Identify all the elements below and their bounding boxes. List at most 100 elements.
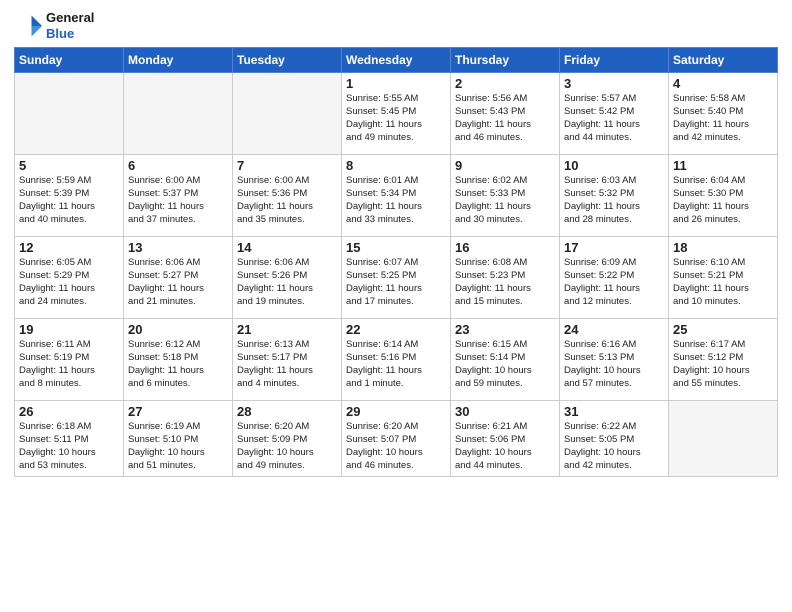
weekday-header-wednesday: Wednesday	[342, 48, 451, 73]
cell-info: Sunrise: 6:17 AM Sunset: 5:12 PM Dayligh…	[673, 339, 773, 390]
day-number: 26	[19, 404, 119, 419]
day-number: 15	[346, 240, 446, 255]
weekday-header-saturday: Saturday	[669, 48, 778, 73]
day-number: 16	[455, 240, 555, 255]
day-number: 1	[346, 76, 446, 91]
cell-info: Sunrise: 5:56 AM Sunset: 5:43 PM Dayligh…	[455, 93, 555, 144]
cell-info: Sunrise: 6:05 AM Sunset: 5:29 PM Dayligh…	[19, 257, 119, 308]
day-number: 4	[673, 76, 773, 91]
cell-info: Sunrise: 6:06 AM Sunset: 5:26 PM Dayligh…	[237, 257, 337, 308]
day-number: 13	[128, 240, 228, 255]
cell-info: Sunrise: 6:20 AM Sunset: 5:09 PM Dayligh…	[237, 421, 337, 472]
day-number: 3	[564, 76, 664, 91]
cell-info: Sunrise: 6:16 AM Sunset: 5:13 PM Dayligh…	[564, 339, 664, 390]
day-number: 6	[128, 158, 228, 173]
cell-info: Sunrise: 6:12 AM Sunset: 5:18 PM Dayligh…	[128, 339, 228, 390]
calendar-cell: 13 Sunrise: 6:06 AM Sunset: 5:27 PM Dayli…	[124, 237, 233, 319]
cell-info: Sunrise: 6:19 AM Sunset: 5:10 PM Dayligh…	[128, 421, 228, 472]
calendar-cell: 1 Sunrise: 5:55 AM Sunset: 5:45 PM Daylig…	[342, 73, 451, 155]
day-number: 7	[237, 158, 337, 173]
day-number: 17	[564, 240, 664, 255]
calendar-cell: 4 Sunrise: 5:58 AM Sunset: 5:40 PM Daylig…	[669, 73, 778, 155]
calendar-cell	[669, 401, 778, 477]
calendar-cell: 11 Sunrise: 6:04 AM Sunset: 5:30 PM Dayli…	[669, 155, 778, 237]
cell-info: Sunrise: 6:07 AM Sunset: 5:25 PM Dayligh…	[346, 257, 446, 308]
day-number: 9	[455, 158, 555, 173]
weekday-header-monday: Monday	[124, 48, 233, 73]
day-number: 24	[564, 322, 664, 337]
calendar-cell: 28 Sunrise: 6:20 AM Sunset: 5:09 PM Dayli…	[233, 401, 342, 477]
cell-info: Sunrise: 6:21 AM Sunset: 5:06 PM Dayligh…	[455, 421, 555, 472]
cell-info: Sunrise: 6:11 AM Sunset: 5:19 PM Dayligh…	[19, 339, 119, 390]
calendar-cell: 3 Sunrise: 5:57 AM Sunset: 5:42 PM Daylig…	[560, 73, 669, 155]
calendar-cell	[15, 73, 124, 155]
week-row-1: 1 Sunrise: 5:55 AM Sunset: 5:45 PM Daylig…	[15, 73, 778, 155]
day-number: 23	[455, 322, 555, 337]
calendar-cell: 9Sunrise: 6:02 AM Sunset: 5:33 PM Daylig…	[451, 155, 560, 237]
calendar-cell: 7 Sunrise: 6:00 AM Sunset: 5:36 PM Daylig…	[233, 155, 342, 237]
header: General Blue	[14, 10, 778, 41]
weekday-header-sunday: Sunday	[15, 48, 124, 73]
cell-info: Sunrise: 5:55 AM Sunset: 5:45 PM Dayligh…	[346, 93, 446, 144]
calendar-cell: 17Sunrise: 6:09 AM Sunset: 5:22 PM Dayli…	[560, 237, 669, 319]
day-number: 2	[455, 76, 555, 91]
calendar-cell: 27Sunrise: 6:19 AM Sunset: 5:10 PM Dayli…	[124, 401, 233, 477]
calendar-cell: 31 Sunrise: 6:22 AM Sunset: 5:05 PM Dayli…	[560, 401, 669, 477]
calendar-cell: 23Sunrise: 6:15 AM Sunset: 5:14 PM Dayli…	[451, 319, 560, 401]
calendar-cell: 2 Sunrise: 5:56 AM Sunset: 5:43 PM Daylig…	[451, 73, 560, 155]
day-number: 20	[128, 322, 228, 337]
day-number: 14	[237, 240, 337, 255]
week-row-5: 26 Sunrise: 6:18 AM Sunset: 5:11 PM Dayli…	[15, 401, 778, 477]
week-row-3: 12 Sunrise: 6:05 AM Sunset: 5:29 PM Dayli…	[15, 237, 778, 319]
day-number: 29	[346, 404, 446, 419]
calendar-cell	[233, 73, 342, 155]
day-number: 5	[19, 158, 119, 173]
weekday-header-row: SundayMondayTuesdayWednesdayThursdayFrid…	[15, 48, 778, 73]
cell-info: Sunrise: 5:57 AM Sunset: 5:42 PM Dayligh…	[564, 93, 664, 144]
calendar-cell: 26 Sunrise: 6:18 AM Sunset: 5:11 PM Dayli…	[15, 401, 124, 477]
day-number: 22	[346, 322, 446, 337]
day-number: 30	[455, 404, 555, 419]
day-number: 11	[673, 158, 773, 173]
cell-info: Sunrise: 6:06 AM Sunset: 5:27 PM Dayligh…	[128, 257, 228, 308]
calendar-cell: 12 Sunrise: 6:05 AM Sunset: 5:29 PM Dayli…	[15, 237, 124, 319]
week-row-4: 19Sunrise: 6:11 AM Sunset: 5:19 PM Dayli…	[15, 319, 778, 401]
cell-info: Sunrise: 6:00 AM Sunset: 5:37 PM Dayligh…	[128, 175, 228, 226]
calendar-table: SundayMondayTuesdayWednesdayThursdayFrid…	[14, 47, 778, 477]
week-row-2: 5Sunrise: 5:59 AM Sunset: 5:39 PM Daylig…	[15, 155, 778, 237]
day-number: 18	[673, 240, 773, 255]
day-number: 21	[237, 322, 337, 337]
weekday-header-thursday: Thursday	[451, 48, 560, 73]
day-number: 28	[237, 404, 337, 419]
calendar-cell: 6 Sunrise: 6:00 AM Sunset: 5:37 PM Daylig…	[124, 155, 233, 237]
cell-info: Sunrise: 6:00 AM Sunset: 5:36 PM Dayligh…	[237, 175, 337, 226]
cell-info: Sunrise: 6:20 AM Sunset: 5:07 PM Dayligh…	[346, 421, 446, 472]
cell-info: Sunrise: 6:22 AM Sunset: 5:05 PM Dayligh…	[564, 421, 664, 472]
calendar-cell	[124, 73, 233, 155]
cell-info: Sunrise: 6:10 AM Sunset: 5:21 PM Dayligh…	[673, 257, 773, 308]
cell-info: Sunrise: 6:08 AM Sunset: 5:23 PM Dayligh…	[455, 257, 555, 308]
day-number: 31	[564, 404, 664, 419]
cell-info: Sunrise: 6:18 AM Sunset: 5:11 PM Dayligh…	[19, 421, 119, 472]
cell-info: Sunrise: 6:13 AM Sunset: 5:17 PM Dayligh…	[237, 339, 337, 390]
cell-info: Sunrise: 5:58 AM Sunset: 5:40 PM Dayligh…	[673, 93, 773, 144]
page-container: General Blue SundayMondayTuesdayWednesda…	[0, 0, 792, 485]
calendar-cell: 21 Sunrise: 6:13 AM Sunset: 5:17 PM Dayli…	[233, 319, 342, 401]
day-number: 12	[19, 240, 119, 255]
calendar-cell: 19Sunrise: 6:11 AM Sunset: 5:19 PM Dayli…	[15, 319, 124, 401]
cell-info: Sunrise: 6:03 AM Sunset: 5:32 PM Dayligh…	[564, 175, 664, 226]
calendar-cell: 24 Sunrise: 6:16 AM Sunset: 5:13 PM Dayli…	[560, 319, 669, 401]
calendar-cell: 22Sunrise: 6:14 AM Sunset: 5:16 PM Dayli…	[342, 319, 451, 401]
calendar-cell: 25 Sunrise: 6:17 AM Sunset: 5:12 PM Dayli…	[669, 319, 778, 401]
calendar-cell: 5Sunrise: 5:59 AM Sunset: 5:39 PM Daylig…	[15, 155, 124, 237]
weekday-header-friday: Friday	[560, 48, 669, 73]
weekday-header-tuesday: Tuesday	[233, 48, 342, 73]
calendar-cell: 16 Sunrise: 6:08 AM Sunset: 5:23 PM Dayli…	[451, 237, 560, 319]
calendar-cell: 14 Sunrise: 6:06 AM Sunset: 5:26 PM Dayli…	[233, 237, 342, 319]
cell-info: Sunrise: 6:01 AM Sunset: 5:34 PM Dayligh…	[346, 175, 446, 226]
logo-text: General Blue	[46, 10, 94, 41]
cell-info: Sunrise: 6:04 AM Sunset: 5:30 PM Dayligh…	[673, 175, 773, 226]
day-number: 25	[673, 322, 773, 337]
calendar-cell: 20 Sunrise: 6:12 AM Sunset: 5:18 PM Dayli…	[124, 319, 233, 401]
calendar-cell: 18 Sunrise: 6:10 AM Sunset: 5:21 PM Dayli…	[669, 237, 778, 319]
